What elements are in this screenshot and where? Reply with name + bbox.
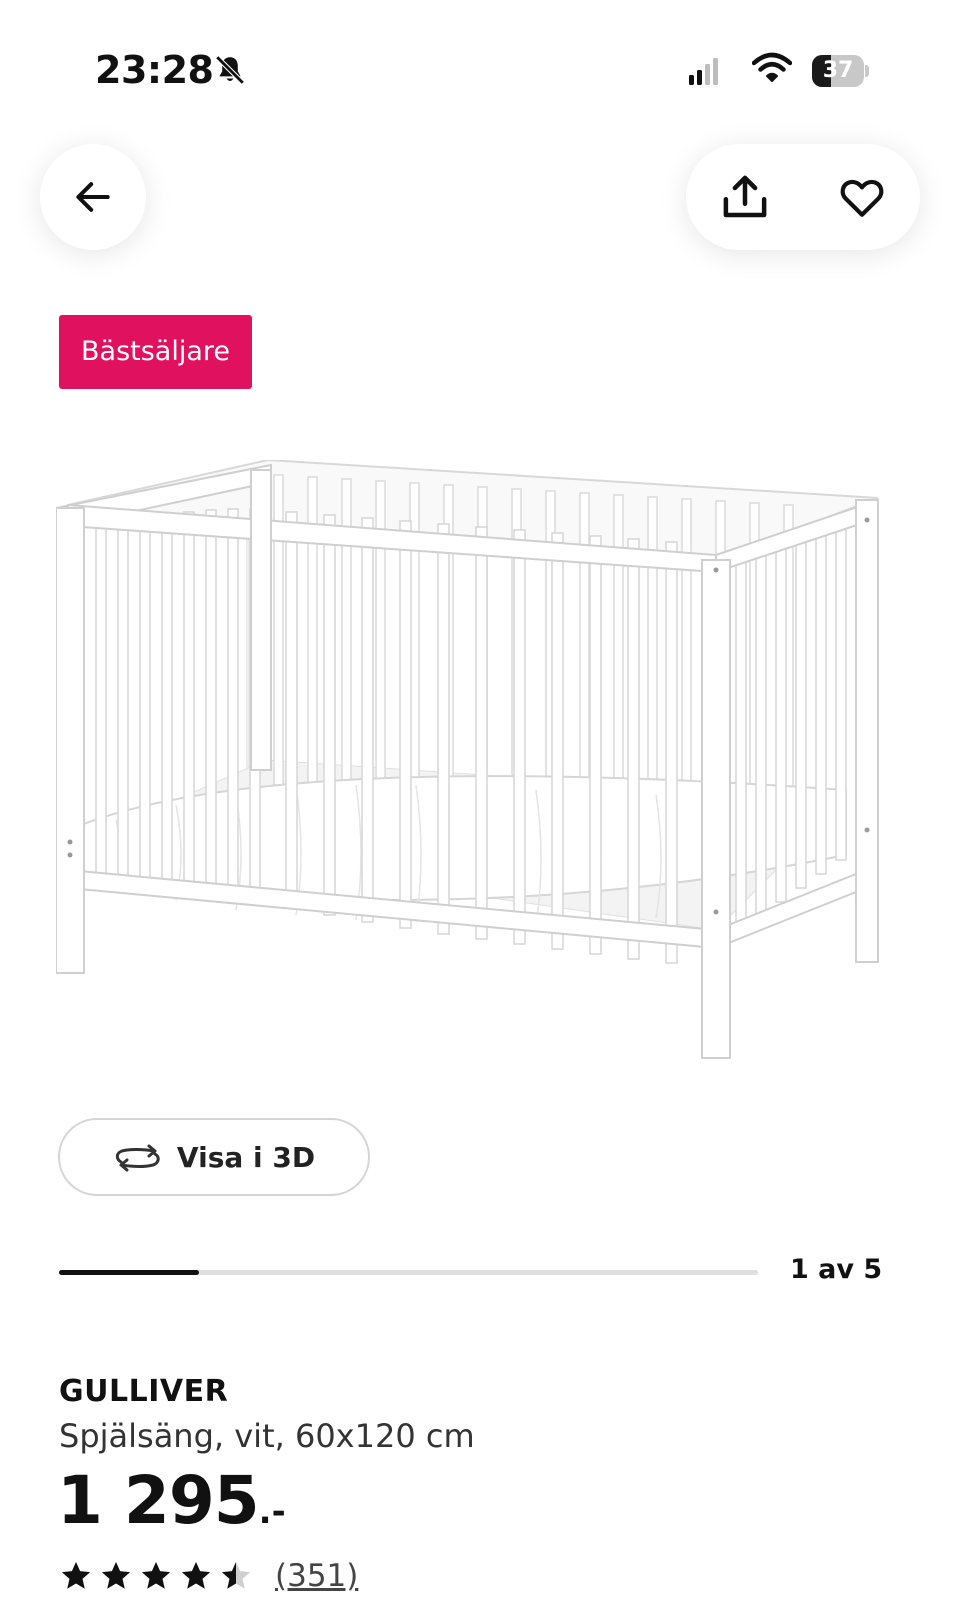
- signal-icon: [689, 57, 719, 89]
- battery-icon: 37: [812, 55, 869, 87]
- price-amount: 1 295: [57, 1462, 260, 1539]
- status-time: 23:28: [95, 48, 214, 92]
- star-full-icon: [141, 1561, 171, 1589]
- review-count-link[interactable]: (351): [275, 1558, 358, 1594]
- star-full-icon: [61, 1561, 91, 1589]
- back-button[interactable]: [40, 144, 146, 250]
- share-icon: [723, 175, 766, 218]
- product-name: GULLIVER: [59, 1374, 229, 1409]
- view-3d-label: Visa i 3D: [176, 1140, 316, 1174]
- bestseller-badge: Bästsäljare: [59, 315, 253, 389]
- rotate-icon: [115, 1144, 160, 1172]
- star-full-icon: [101, 1561, 131, 1589]
- star-half-icon: [221, 1561, 251, 1589]
- share-button[interactable]: [710, 162, 780, 232]
- view-3d-button[interactable]: Visa i 3D: [58, 1118, 370, 1196]
- favorite-button[interactable]: [827, 162, 897, 232]
- bell-slash-icon: [213, 53, 247, 91]
- top-action-group: [686, 144, 920, 250]
- product-description: Spjälsäng, vit, 60x120 cm: [59, 1417, 475, 1455]
- carousel-progress-fill: [59, 1270, 199, 1275]
- crib-image: [55, 458, 879, 1059]
- rating-stars: [59, 1559, 253, 1593]
- status-bar: 23:28 37: [0, 0, 960, 130]
- battery-level: 37: [822, 58, 854, 83]
- wifi-icon: [751, 52, 793, 88]
- product-price: 1 295.-: [57, 1462, 286, 1539]
- price-suffix: .-: [258, 1492, 286, 1532]
- star-full-icon: [181, 1561, 211, 1589]
- heart-icon: [840, 179, 883, 217]
- carousel-counter: 1 av 5: [790, 1254, 883, 1285]
- carousel-progress: [59, 1270, 758, 1275]
- product-image[interactable]: [55, 458, 906, 1085]
- arrow-left-icon: [76, 182, 110, 212]
- product-rating[interactable]: (351): [59, 1558, 358, 1594]
